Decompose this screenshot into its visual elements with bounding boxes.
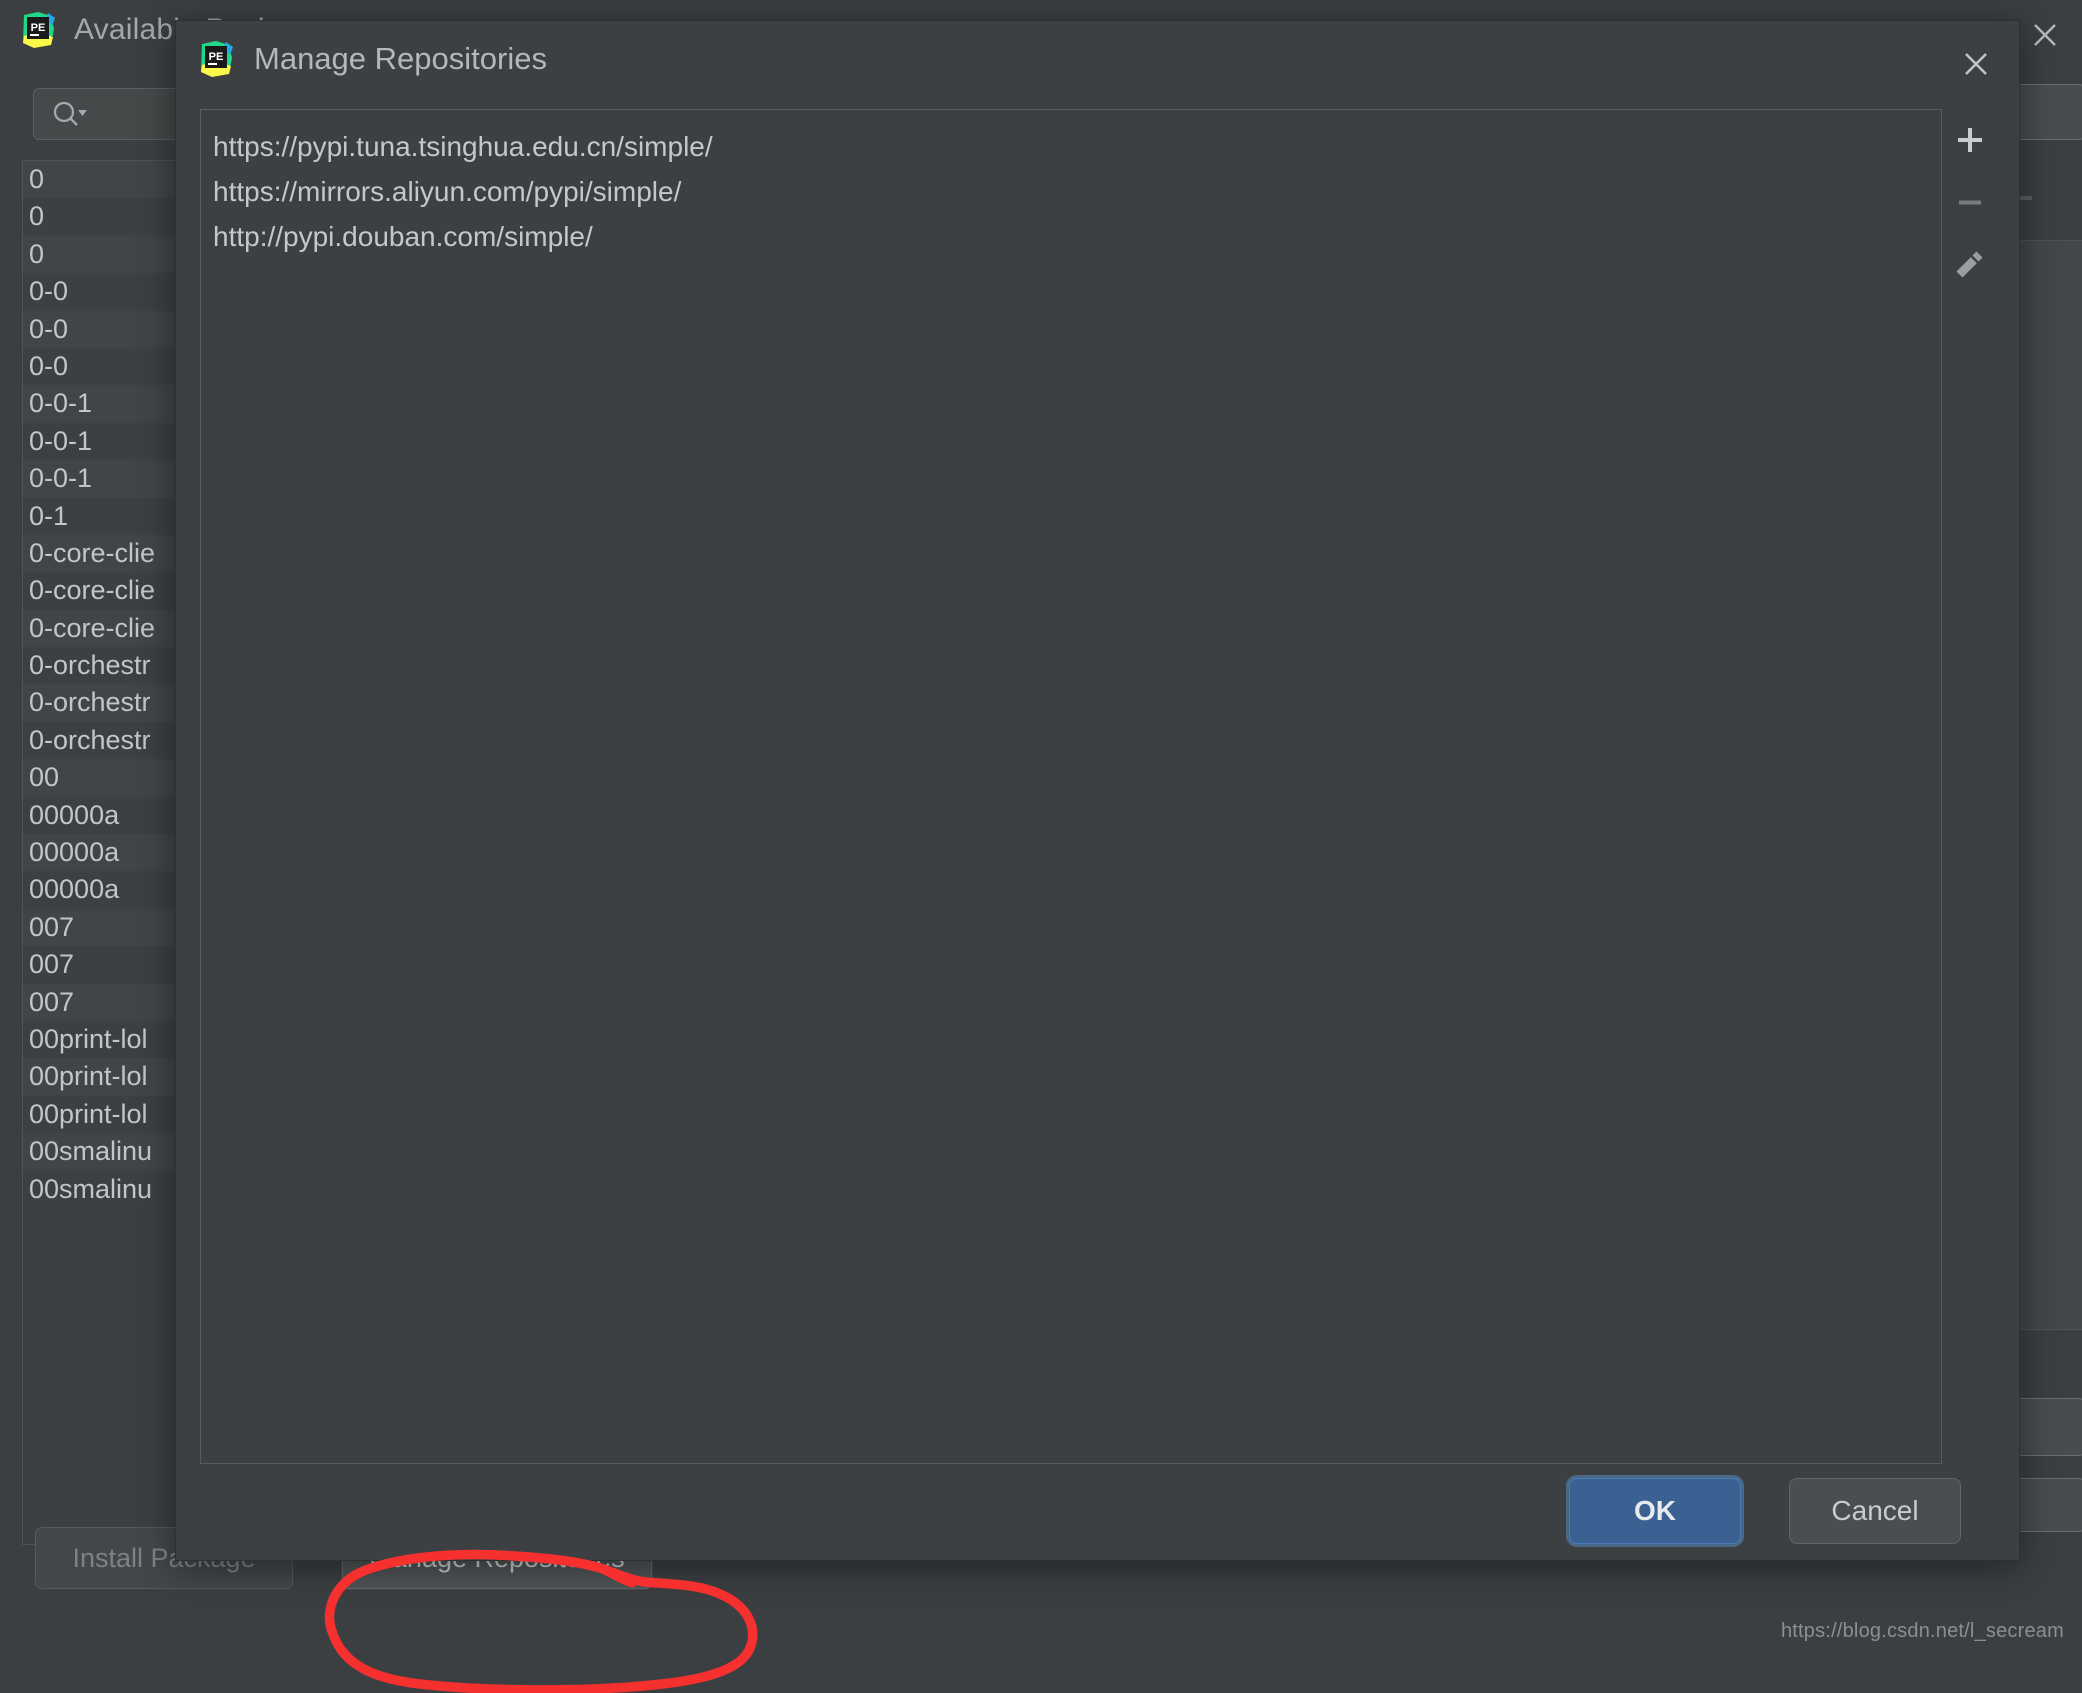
dialog-titlebar: PE Manage Repositories <box>176 21 2019 99</box>
add-repository-button[interactable] <box>1942 109 1998 171</box>
list-item[interactable]: 007 <box>23 983 187 1021</box>
list-item[interactable]: 007 <box>23 908 187 947</box>
list-item[interactable]: 0-0-1 <box>23 385 187 423</box>
dialog-footer: OK Cancel <box>176 1464 2019 1560</box>
pycharm-edu-icon: PE <box>18 10 58 50</box>
dialog-title: Manage Repositories <box>254 41 547 76</box>
search-icon <box>50 99 90 131</box>
list-item[interactable]: 0-orchestr <box>23 647 187 685</box>
ok-button[interactable]: OK <box>1569 1478 1741 1544</box>
list-item[interactable]: 00print-lol <box>23 1058 187 1096</box>
repository-list-item[interactable]: http://pypi.douban.com/simple/ <box>201 214 1941 259</box>
list-item[interactable]: 0-core-clie <box>23 534 187 573</box>
list-item[interactable]: 0-core-clie <box>23 572 187 610</box>
list-item[interactable]: 0-0 <box>23 347 187 386</box>
list-item[interactable]: 0 <box>23 161 187 199</box>
list-item[interactable]: 00smalinu <box>23 1170 187 1208</box>
list-item[interactable]: 00000a <box>23 871 187 909</box>
list-item[interactable]: 0-0-1 <box>23 460 187 498</box>
list-item[interactable]: 0 <box>23 198 187 236</box>
list-item[interactable]: 0-orchestr <box>23 721 187 760</box>
repository-list-item[interactable]: https://pypi.tuna.tsinghua.edu.cn/simple… <box>201 124 1941 169</box>
watermark: https://blog.csdn.net/l_secream <box>1780 1620 2064 1642</box>
list-item[interactable]: 0-orchestr <box>23 684 187 722</box>
list-item[interactable]: 00000a <box>23 796 187 835</box>
list-item[interactable]: 0-0 <box>23 310 187 348</box>
list-item[interactable]: 0-0-1 <box>23 422 187 461</box>
close-icon[interactable] <box>1955 43 1997 85</box>
list-item[interactable]: 0 <box>23 235 187 274</box>
manage-repositories-dialog: PE Manage Repositories https://pypi.tuna… <box>175 20 2020 1561</box>
list-item[interactable]: 007 <box>23 946 187 984</box>
list-item[interactable]: 00 <box>23 759 187 797</box>
repository-list-item[interactable]: https://mirrors.aliyun.com/pypi/simple/ <box>201 169 1941 214</box>
repository-toolbar <box>1942 109 1998 1464</box>
repository-list[interactable]: https://pypi.tuna.tsinghua.edu.cn/simple… <box>200 109 1942 1464</box>
dialog-title-row: PE Manage Repositories <box>196 39 547 79</box>
cancel-button[interactable]: Cancel <box>1789 1478 1961 1544</box>
pycharm-edu-icon: PE <box>196 39 236 79</box>
list-item[interactable]: 0-0 <box>23 273 187 311</box>
remove-repository-button[interactable] <box>1942 171 1998 233</box>
edit-repository-button[interactable] <box>1942 233 1998 295</box>
list-item[interactable]: 0-core-clie <box>23 609 187 648</box>
list-item[interactable]: 00print-lol <box>23 1095 187 1134</box>
screen-root: PE Available Packages <box>0 0 2082 1693</box>
available-packages-list[interactable]: 0 0 0 0-0 0-0 0-0 0-0-1 0-0-1 0-0-1 0-1 0-core-cli… <box>22 160 187 1545</box>
list-item[interactable]: 00000a <box>23 834 187 872</box>
list-item[interactable]: 00smalinu <box>23 1133 187 1171</box>
list-item[interactable]: 00print-lol <box>23 1020 187 1059</box>
svg-text:PE: PE <box>31 22 46 34</box>
svg-text:PE: PE <box>209 51 224 63</box>
list-item[interactable]: 0-1 <box>23 497 187 535</box>
